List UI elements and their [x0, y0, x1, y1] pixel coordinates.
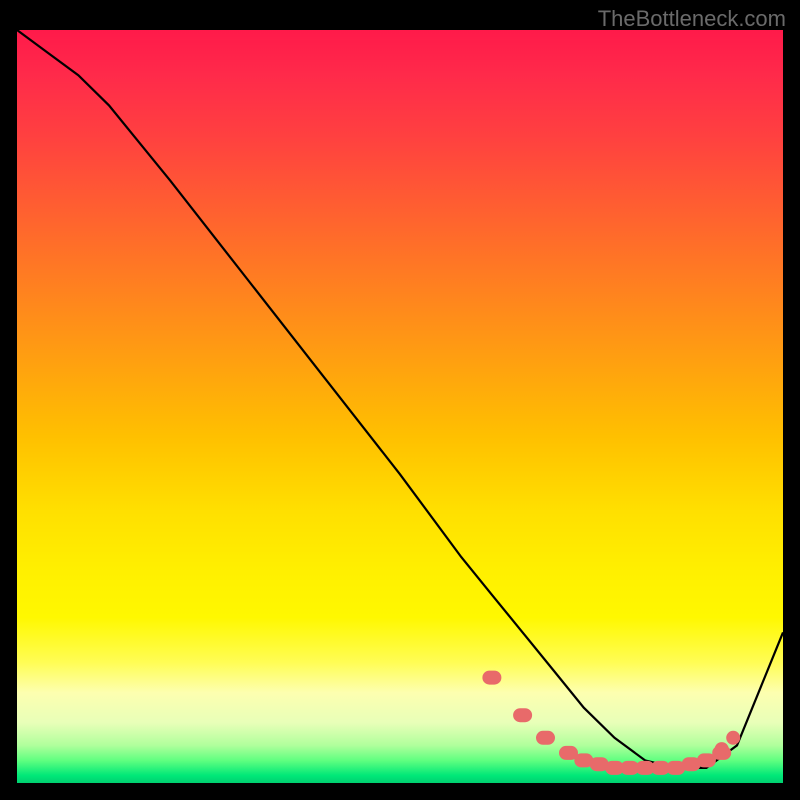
highlight-dot [715, 743, 728, 756]
highlight-dot [560, 746, 578, 759]
highlight-dot [514, 709, 532, 722]
curve-line [17, 30, 783, 768]
highlight-dot [697, 754, 715, 767]
highlight-dot [537, 731, 555, 744]
highlight-dot [483, 671, 501, 684]
attribution-text: TheBottleneck.com [598, 6, 786, 32]
highlight-dots [483, 671, 740, 774]
highlight-dot [727, 731, 740, 744]
plot-area [17, 30, 783, 783]
chart-svg [17, 30, 783, 783]
